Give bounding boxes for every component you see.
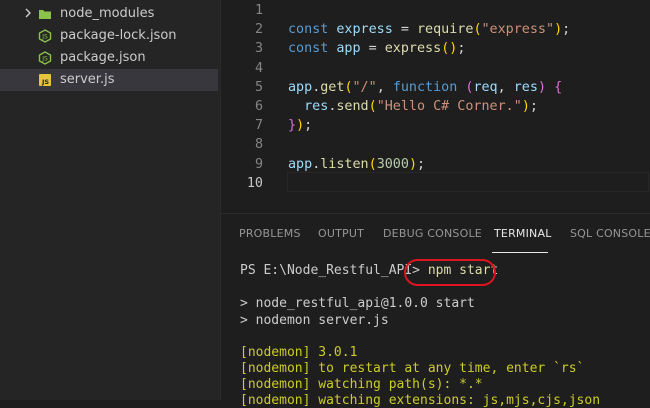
code-text: const express = require("express"); (288, 22, 571, 38)
line-number: 6 (254, 99, 263, 114)
code-line[interactable]: 7}); (221, 117, 650, 136)
tab-sql-console[interactable]: SQL CONSOLE (570, 227, 650, 240)
code-line[interactable]: 2 const express = require("express"); (221, 21, 650, 40)
line-number: 2 (254, 22, 263, 38)
code-line[interactable]: 5 app.get("/", function (req, res) { (221, 79, 650, 98)
svg-text:JS: JS (41, 34, 48, 41)
node-js-icon: JS (38, 51, 52, 65)
node-folder-icon (39, 10, 51, 19)
terminal-prompt: PS E:\Node_Restful_API> (240, 263, 421, 278)
tree-item-label: node_modules (60, 6, 155, 21)
node-js-icon: JS (38, 29, 52, 43)
code-line[interactable]: 1 (221, 2, 650, 21)
tree-item-label: package-lock.json (60, 28, 177, 43)
tab-problems[interactable]: PROBLEMS (239, 227, 301, 240)
tree-item-label: server.js (60, 72, 115, 87)
red-highlight-circle (404, 259, 496, 286)
line-number: 10 (246, 175, 263, 191)
terminal-output-line: > nodemon server.js (240, 313, 389, 328)
tree-item-server-js[interactable]: JS server.js (0, 69, 218, 91)
line-number: 9 (254, 156, 263, 172)
tree-item-package-json[interactable]: JS package.json (0, 47, 218, 69)
active-tab-indicator (492, 252, 548, 253)
code-text: }); (288, 118, 313, 134)
code-line[interactable]: 8 (221, 136, 650, 155)
terminal-output-line: [nodemon] 3.0.1 (240, 345, 358, 360)
terminal-output-line: [nodemon] to restart at any time, enter … (240, 361, 585, 376)
line-number: 8 (254, 137, 263, 153)
chevron-right-icon (25, 8, 31, 18)
javascript-file-icon: JS (39, 74, 51, 86)
tree-item-package-lock-json[interactable]: JS package-lock.json (0, 25, 218, 47)
panel-tabs: PROBLEMS OUTPUT DEBUG CONSOLE TERMINAL S… (221, 214, 650, 254)
line-number: 7 (254, 118, 263, 134)
code-text: app.get("/", function (req, res) { (288, 79, 563, 95)
svg-text:JS: JS (41, 56, 48, 63)
tab-output[interactable]: OUTPUT (318, 227, 364, 240)
code-line[interactable]: 10 (221, 175, 650, 194)
terminal-output-line: [nodemon] watching extensions: js,mjs,cj… (240, 393, 601, 408)
code-line[interactable]: 3 const app = express(); (221, 40, 650, 59)
explorer-sidebar: node_modules JS package-lock.json JS pac… (0, 0, 221, 400)
line-number: 3 (254, 41, 263, 57)
terminal-output-line: [nodemon] watching path(s): *.* (240, 377, 483, 392)
svg-text:JS: JS (41, 78, 49, 86)
code-line[interactable]: 4 (221, 60, 650, 79)
code-line[interactable]: 9 app.listen(3000); (221, 156, 650, 175)
tree-item-node-modules[interactable]: node_modules (0, 3, 218, 25)
line-number: 5 (254, 79, 263, 95)
tab-terminal[interactable]: TERMINAL (494, 227, 552, 240)
tree-item-label: package.json (60, 50, 146, 65)
code-line[interactable]: 6 res.send("Hello C# Corner."); (221, 98, 650, 117)
terminal-output-line: > node_restful_api@1.0.0 start (240, 296, 475, 311)
line-number: 4 (254, 60, 263, 76)
line-number: 1 (254, 3, 263, 18)
code-text: const app = express(); (288, 41, 466, 57)
tab-debug-console[interactable]: DEBUG CONSOLE (383, 227, 482, 240)
code-editor[interactable]: 1 2 const express = require("express"); 3 co… (221, 0, 650, 213)
code-text: app.listen(3000); (288, 156, 426, 172)
code-text: res.send("Hello C# Corner."); (304, 99, 538, 114)
